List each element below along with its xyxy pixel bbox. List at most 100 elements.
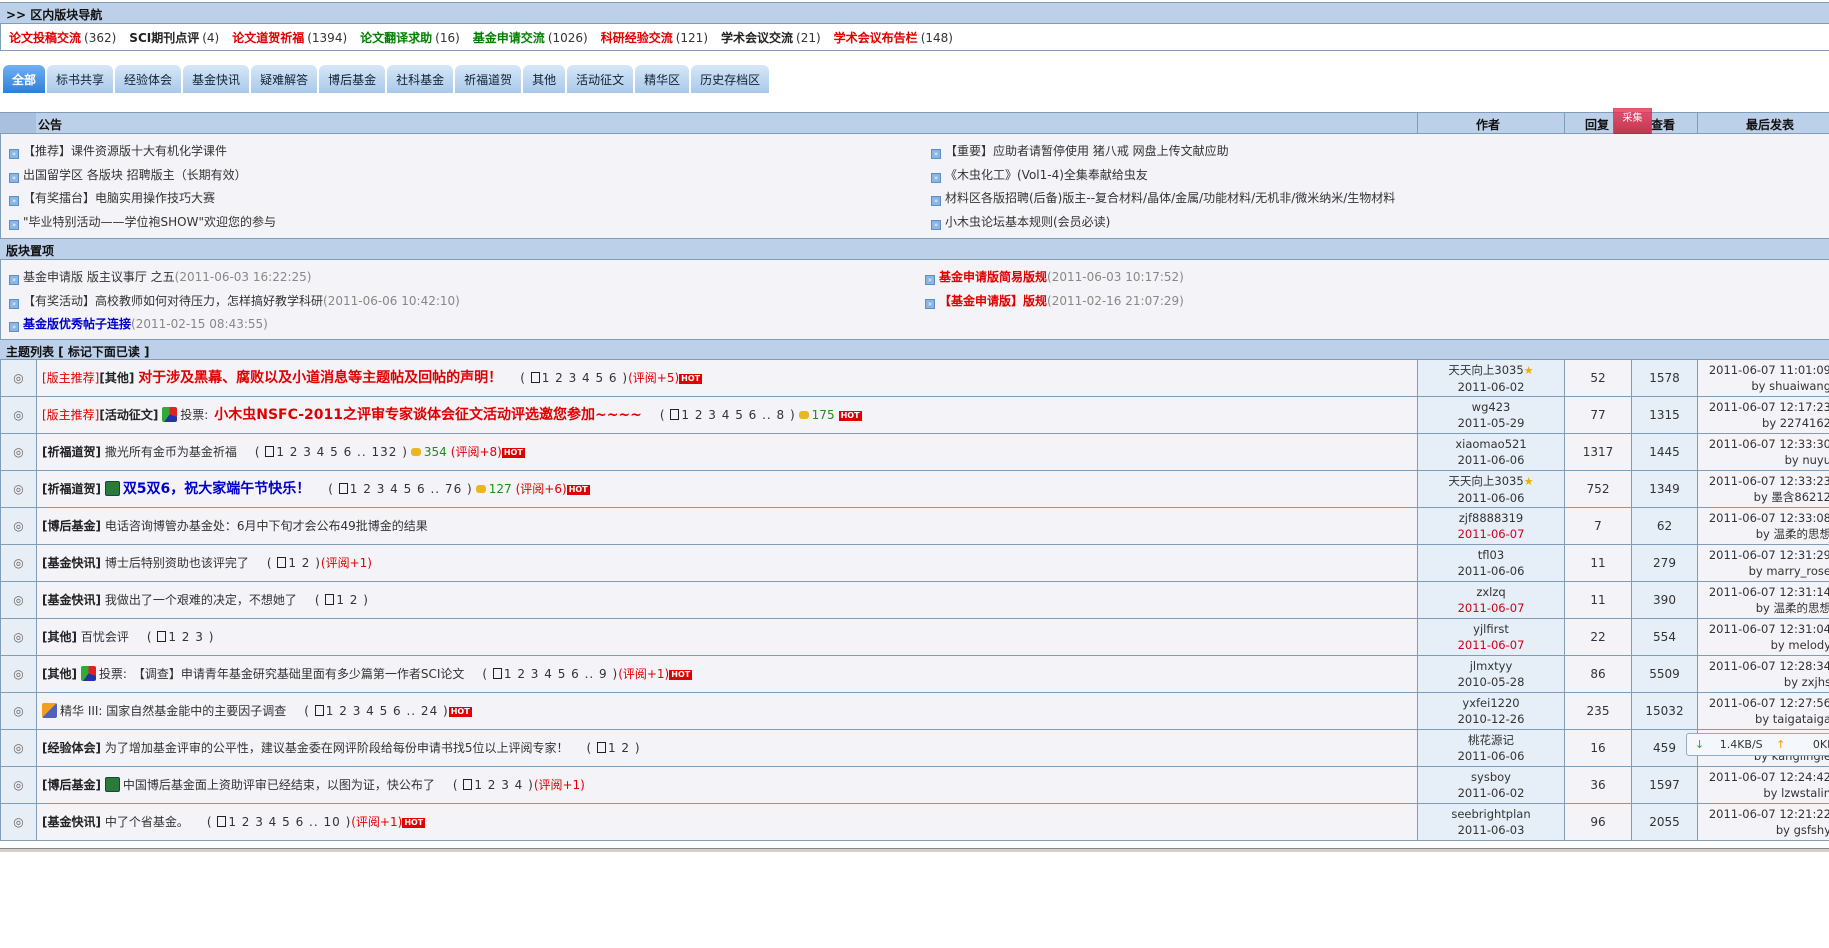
topic-link[interactable]: 博士后特别资助也该评完了 <box>105 556 249 570</box>
pinned-item[interactable]: » 基金申请版简易版规(2011-06-03 10:17:52) <box>925 268 1184 285</box>
announcement-item[interactable]: » 【推荐】课件资源版十大有机化学课件 <box>9 142 227 159</box>
author-name[interactable]: yjlfirst <box>1473 622 1509 636</box>
page-numbers[interactable]: 1 2 3 4 5 6 <box>542 371 618 385</box>
pinned-item[interactable]: » 【基金申请版】版规(2011-02-16 21:07:29) <box>925 292 1184 309</box>
page-links[interactable]: ( 1 2 3 4 5 6 .. 132 ) <box>255 445 408 459</box>
pinned-link[interactable]: 基金申请版 版主议事厅 之五 <box>23 270 175 284</box>
subforum-link[interactable]: 论文翻译求助 <box>360 31 432 45</box>
page-numbers[interactable]: 1 2 3 4 <box>474 778 523 792</box>
topic-link[interactable]: 小木虫NSFC-2011之评审专家谈体会征文活动评选邀您参加~~~~ <box>214 407 642 423</box>
pinned-link[interactable]: 基金申请版简易版规 <box>939 270 1047 284</box>
author-name[interactable]: 天天向上3035 <box>1448 363 1523 377</box>
author-name[interactable]: wg423 <box>1472 400 1511 414</box>
topic-link[interactable]: 对于涉及黑幕、腐败以及小道消息等主题帖及回帖的声明！ <box>138 370 502 386</box>
topic-link[interactable]: 百忧会评 <box>81 630 129 644</box>
topic-link[interactable]: 撒光所有金币为基金祈福 <box>105 445 237 459</box>
topic-link[interactable]: 电话咨询博管办基金处：6月中下旬才会公布49批博金的结果 <box>105 519 428 533</box>
page-links[interactable]: ( 1 2 3 4 5 6 .. 8 ) <box>660 408 796 422</box>
author-name[interactable]: xiaomao521 <box>1455 437 1526 451</box>
category-tag[interactable]: [基金快讯] <box>42 593 101 607</box>
last-post-time[interactable]: 2011-06-07 12:24:42 <box>1698 769 1829 785</box>
subforum-link[interactable]: 科研经验交流 <box>601 31 673 45</box>
category-tag[interactable]: [博后基金] <box>42 778 101 792</box>
announcement-link[interactable]: 【有奖擂台】电脑实用操作技巧大赛 <box>23 191 215 205</box>
announcement-item[interactable]: » 出国留学区 各版块 招聘版主（长期有效） <box>9 166 247 183</box>
announcement-link[interactable]: 《木虫化工》(Vol1-4)全集奉献给虫友 <box>945 168 1148 182</box>
page-links[interactable]: ( 1 2 ) <box>315 593 369 607</box>
last-post-by[interactable]: by melody <box>1698 637 1829 653</box>
author-name[interactable]: 桃花源记 <box>1468 733 1514 747</box>
category-tag[interactable]: [其他] <box>99 371 134 385</box>
category-tag[interactable]: [基金快讯] <box>42 556 101 570</box>
tab-7[interactable]: 祈福道贺 <box>455 65 522 93</box>
subforum-link[interactable]: 学术会议交流 <box>721 31 793 45</box>
author-name[interactable]: yxfei1220 <box>1462 696 1519 710</box>
tab-3[interactable]: 基金快讯 <box>183 65 250 93</box>
announcement-link[interactable]: 出国留学区 各版块 招聘版主（长期有效） <box>23 168 247 182</box>
topic-link[interactable]: 为了增加基金评审的公平性，建议基金委在网评阶段给每份申请书找5位以上评阅专家！ <box>105 741 569 755</box>
page-numbers[interactable]: 1 2 3 4 5 6 .. 10 <box>228 815 340 829</box>
page-links[interactable]: ( 1 2 ) <box>267 556 321 570</box>
subforum-link[interactable]: 基金申请交流 <box>473 31 545 45</box>
tab-8[interactable]: 其他 <box>523 65 566 93</box>
category-tag[interactable]: [经验体会] <box>42 741 101 755</box>
last-post-by[interactable]: by zxjhs <box>1698 674 1829 690</box>
last-post-by[interactable]: by 墨含86212 <box>1698 489 1829 505</box>
author-name[interactable]: tfl03 <box>1478 548 1504 562</box>
last-post-time[interactable]: 2011-06-07 12:28:34 <box>1698 658 1829 674</box>
page-numbers[interactable]: 1 2 3 4 5 6 .. 132 <box>276 445 397 459</box>
page-numbers[interactable]: 1 2 3 4 5 6 .. 9 <box>504 667 608 681</box>
speed-widget[interactable]: ↓ 1.4KB/S ↑ 0KB/S <box>1686 733 1829 756</box>
announcement-item[interactable]: » 小木虫论坛基本规则(会员必读) <box>931 213 1110 230</box>
last-post-by[interactable]: by gsfshy <box>1698 822 1829 838</box>
announcement-item[interactable]: » 《木虫化工》(Vol1-4)全集奉献给虫友 <box>931 166 1148 183</box>
author-name[interactable]: 天天向上3035 <box>1448 474 1523 488</box>
category-tag[interactable]: [其他] <box>42 667 77 681</box>
topic-link[interactable]: 中了个省基金。 <box>105 815 189 829</box>
announcement-item[interactable]: » "毕业特别活动——学位袍SHOW"欢迎您的参与 <box>9 213 276 230</box>
page-links[interactable]: ( 1 2 ) <box>586 741 640 755</box>
announcement-link[interactable]: "毕业特别活动——学位袍SHOW"欢迎您的参与 <box>23 215 276 229</box>
last-post-by[interactable]: by marry_rose <box>1698 563 1829 579</box>
category-tag[interactable]: [祈福道贺] <box>42 482 101 496</box>
page-links[interactable]: ( 1 2 3 4 5 6 .. 24 ) <box>304 704 448 718</box>
last-post-time[interactable]: 2011-06-07 12:33:30 <box>1698 436 1829 452</box>
announcement-link[interactable]: 小木虫论坛基本规则(会员必读) <box>945 215 1110 229</box>
announcement-link[interactable]: 材料区各版招聘(后备)版主--复合材料/晶体/金属/功能材料/无机非/微米纳米/… <box>945 191 1395 205</box>
last-post-by[interactable]: by 温柔的思想 <box>1698 600 1829 616</box>
page-links[interactable]: ( 1 2 3 ) <box>147 630 215 644</box>
last-post-time[interactable]: 2011-06-07 12:31:04 <box>1698 621 1829 637</box>
category-tag[interactable]: [活动征文] <box>99 408 158 422</box>
page-links[interactable]: ( 1 2 3 4 5 6 .. 10 ) <box>207 815 351 829</box>
last-post-by[interactable]: by shuaiwang <box>1698 378 1829 394</box>
last-post-time[interactable]: 2011-06-07 12:17:23 <box>1698 399 1829 415</box>
last-post-by[interactable]: by 温柔的思想 <box>1698 526 1829 542</box>
author-name[interactable]: sysboy <box>1471 770 1511 784</box>
subforum-link[interactable]: 学术会议布告栏 <box>834 31 918 45</box>
author-name[interactable]: zjf8888319 <box>1459 511 1524 525</box>
last-post-by[interactable]: by lzwstalin <box>1698 785 1829 801</box>
subforum-link[interactable]: SCI期刊点评 <box>129 31 199 45</box>
last-post-time[interactable]: 2011-06-07 11:01:09 <box>1698 362 1829 378</box>
last-post-by[interactable]: by 2274162 <box>1698 415 1829 431</box>
last-post-time[interactable]: 2011-06-07 12:27:56 <box>1698 695 1829 711</box>
author-name[interactable]: jlmxtyy <box>1470 659 1513 673</box>
announcement-item[interactable]: » 【重要】应助者请暂停使用 猪八戒 网盘上传文献应助 <box>931 142 1229 159</box>
pinned-item[interactable]: » 基金申请版 版主议事厅 之五(2011-06-03 16:22:25) <box>9 268 311 285</box>
last-post-time[interactable]: 2011-06-07 12:21:22 <box>1698 806 1829 822</box>
page-links[interactable]: ( 1 2 3 4 ) <box>453 778 534 792</box>
author-name[interactable]: seebrightplan <box>1451 807 1530 821</box>
tab-11[interactable]: 历史存档区 <box>691 65 770 93</box>
topic-link[interactable]: 中国博后基金面上资助评审已经结束，以图为证，快公布了 <box>123 778 435 792</box>
page-numbers[interactable]: 1 2 <box>288 556 310 570</box>
page-numbers[interactable]: 1 2 3 <box>168 630 204 644</box>
pinned-link[interactable]: 【基金申请版】版规 <box>939 294 1047 308</box>
tab-6[interactable]: 社科基金 <box>387 65 454 93</box>
topic-link[interactable]: 【调查】申请青年基金研究基础里面有多少篇第一作者SCI论文 <box>133 667 465 681</box>
page-numbers[interactable]: 1 2 <box>608 741 630 755</box>
tab-1[interactable]: 标书共享 <box>47 65 114 93</box>
last-post-by[interactable]: by nuyu <box>1698 452 1829 468</box>
page-links[interactable]: ( 1 2 3 4 5 6 .. 76 ) <box>328 482 472 496</box>
last-post-time[interactable]: 2011-06-07 12:33:08 <box>1698 510 1829 526</box>
category-tag[interactable]: [祈福道贺] <box>42 445 101 459</box>
